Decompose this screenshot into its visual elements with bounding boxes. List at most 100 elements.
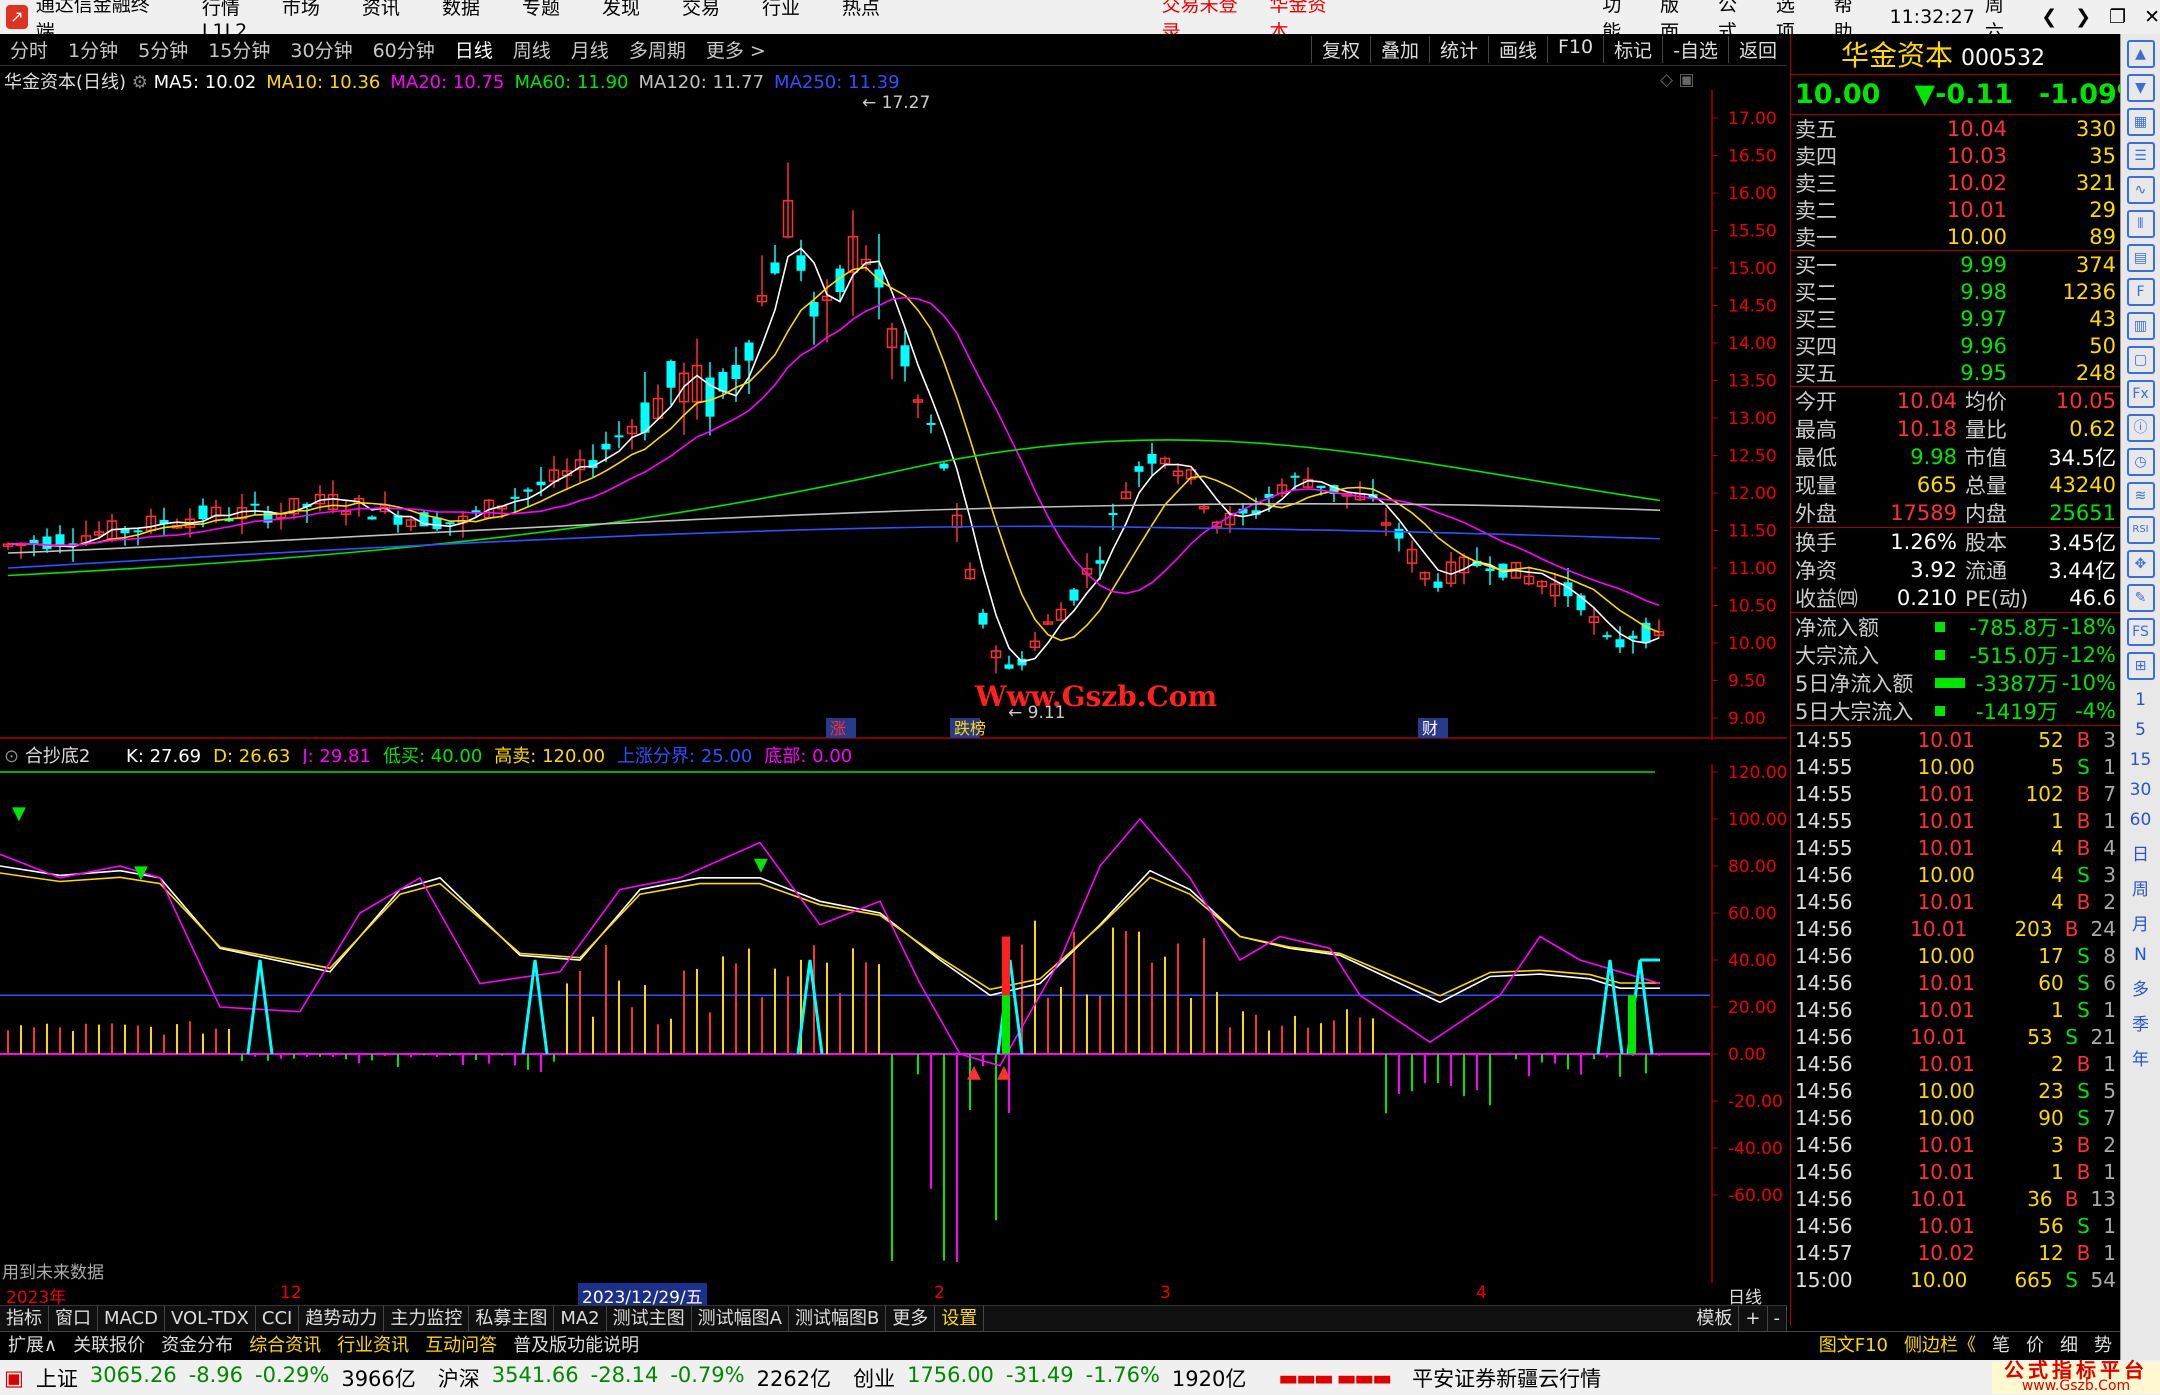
index-quote[interactable]: 上证 3065.26 -8.96 -0.29% 3966亿	[36, 1363, 428, 1393]
menu-item[interactable]: 发现	[602, 0, 640, 19]
template-button[interactable]: +	[1739, 1306, 1768, 1331]
period-shortcut[interactable]: 15	[2121, 750, 2160, 770]
ext-tab[interactable]: 普及版功能说明	[505, 1332, 647, 1360]
index-quote[interactable]: 沪深 3541.66 -28.14 -0.79% 2262亿	[438, 1363, 843, 1393]
list-icon[interactable]: ☰	[2126, 142, 2155, 170]
indicator-tab[interactable]: MA2	[554, 1306, 607, 1331]
restore-icon[interactable]: ❐	[2109, 6, 2126, 28]
info-icon[interactable]: ⓘ	[2126, 414, 2155, 442]
period-shortcut[interactable]: 多	[2121, 975, 2160, 1000]
chart-tool-button[interactable]: -自选	[1662, 36, 1728, 63]
indicator-tab[interactable]: 指标	[0, 1306, 49, 1331]
period-tab[interactable]: 日线	[445, 36, 503, 63]
period-shortcut[interactable]: 30	[2121, 780, 2160, 800]
menu-item[interactable]: 行情	[202, 0, 240, 19]
ext-tab[interactable]: 扩展∧	[0, 1332, 65, 1360]
period-shortcut[interactable]: 1	[2121, 690, 2160, 710]
menu-item[interactable]: 数据	[442, 0, 480, 19]
indicator-tab[interactable]: VOL-TDX	[165, 1306, 256, 1331]
period-tab[interactable]: 1分钟	[58, 36, 128, 63]
plus-icon[interactable]: ⊞	[2126, 652, 2155, 680]
chart-tool-button[interactable]: 标记	[1603, 36, 1662, 63]
order-book-row[interactable]: 买三 9.97 43	[1791, 305, 2120, 332]
chart-tool-button[interactable]: 画线	[1487, 36, 1547, 63]
period-tab[interactable]: 30分钟	[280, 36, 362, 63]
rsi-icon[interactable]: RSI	[2126, 516, 2155, 544]
ext-right-button[interactable]: 细	[2052, 1332, 2086, 1360]
order-book-row[interactable]: 卖四 10.03 35	[1791, 142, 2120, 169]
candle-icon[interactable]: ⫴	[2126, 210, 2155, 238]
period-tab[interactable]: 多周期	[619, 36, 696, 63]
chart-tool-button[interactable]: 统计	[1428, 36, 1488, 63]
ext-right-button[interactable]: 价	[2018, 1332, 2052, 1360]
menu-item[interactable]: 热点	[842, 0, 880, 19]
ext-tab[interactable]: 综合资讯	[241, 1332, 329, 1360]
menu-item[interactable]: 行业	[762, 0, 800, 19]
order-book-row[interactable]: 卖五 10.04 330	[1791, 115, 2120, 142]
move-icon[interactable]: ✥	[2126, 550, 2155, 578]
grid-icon[interactable]: ▦	[2126, 108, 2155, 136]
period-tab[interactable]: 15分钟	[198, 36, 280, 63]
order-book-row[interactable]: 卖三 10.02 321	[1791, 169, 2120, 196]
menu-item[interactable]: 资讯	[362, 0, 400, 19]
chart-tool-button[interactable]: 返回	[1727, 36, 1787, 63]
ext-right-button[interactable]: 笔	[1984, 1332, 2018, 1360]
pen-icon[interactable]: ✎	[2126, 584, 2155, 612]
wave-icon[interactable]: ≋	[2126, 482, 2155, 510]
indicator-tab[interactable]: 更多	[886, 1306, 936, 1331]
index-quote[interactable]: 创业 1756.00 -31.49 -1.76% 1920亿	[853, 1363, 1258, 1393]
order-book-row[interactable]: 卖二 10.01 29	[1791, 196, 2120, 223]
forward-arrow-icon[interactable]: ❯	[2075, 6, 2091, 28]
doc-icon[interactable]: ▢	[2126, 346, 2155, 374]
ext-tab[interactable]: 资金分布	[153, 1332, 241, 1360]
back-arrow-icon[interactable]: ❮	[2041, 6, 2057, 28]
period-shortcut[interactable]: 周	[2121, 875, 2160, 900]
chart-tool-button[interactable]: 复权	[1310, 36, 1370, 63]
chart-tool-button[interactable]: 叠加	[1369, 36, 1429, 63]
indicator-tab[interactable]: 设置	[935, 1306, 985, 1331]
menu-item[interactable]: 专题	[522, 0, 560, 19]
indicator-tab[interactable]: 主力监控	[384, 1306, 470, 1331]
order-book-row[interactable]: 买五 9.95 248	[1791, 359, 2120, 386]
menu-item[interactable]: 交易	[682, 0, 720, 19]
template-button[interactable]: 模板	[1690, 1306, 1740, 1331]
ext-tab[interactable]: 关联报价	[65, 1332, 153, 1360]
period-tab[interactable]: 5分钟	[128, 36, 198, 63]
period-shortcut[interactable]: 日	[2121, 840, 2160, 865]
down-icon[interactable]: ▼	[2126, 74, 2155, 102]
table-icon[interactable]: ▤	[2126, 244, 2155, 272]
indicator-tab[interactable]: 窗口	[49, 1306, 98, 1331]
menu-item[interactable]: 市场	[282, 0, 320, 19]
period-shortcut[interactable]: N	[2121, 945, 2160, 965]
order-book-row[interactable]: 卖一 10.00 89	[1791, 223, 2120, 250]
period-shortcut[interactable]: 季	[2121, 1010, 2160, 1035]
fs-icon[interactable]: FS	[2126, 618, 2155, 646]
period-tab[interactable]: 分时	[0, 36, 58, 63]
ext-right-button[interactable]: 图文F10	[1811, 1332, 1896, 1360]
period-tab[interactable]: 60分钟	[363, 36, 445, 63]
chart-line-icon[interactable]: ∿	[2126, 176, 2155, 204]
indicator-tab[interactable]: 测试幅图B	[789, 1306, 887, 1331]
tick-list[interactable]: 14:55 10.01 52 B 3 14:55 10.00 5 S 1 14:55 10.01 102…	[1791, 725, 2120, 1293]
f10-icon[interactable]: F	[2126, 278, 2155, 306]
ext-right-button[interactable]: 势	[2086, 1332, 2120, 1360]
indicator-tab[interactable]: 私募主图	[469, 1306, 555, 1331]
ext-right-button[interactable]: 侧边栏《	[1896, 1332, 1984, 1360]
period-shortcut[interactable]: 月	[2121, 910, 2160, 935]
up-icon[interactable]: ▲	[2126, 40, 2155, 68]
order-book-row[interactable]: 买二 9.98 1236	[1791, 278, 2120, 305]
chart-settings-icon[interactable]: ◇ ▣	[1660, 70, 1695, 90]
candlestick-chart[interactable]: 17.00 16.50 16.00 15.50 15.00 14.50 14.00 13.50…	[0, 90, 1787, 740]
chart-tool-button[interactable]: F10	[1547, 36, 1603, 63]
indicator-tab[interactable]: 测试主图	[607, 1306, 692, 1331]
order-book-row[interactable]: 买一 9.99 374	[1791, 251, 2120, 278]
indicator-tab[interactable]: 趋势动力	[299, 1306, 385, 1331]
close-icon[interactable]: ✕	[2144, 6, 2160, 28]
indicator-tab[interactable]: MACD	[98, 1306, 165, 1331]
period-shortcut[interactable]: 5	[2121, 720, 2160, 740]
clock-icon[interactable]: ◷	[2126, 448, 2155, 476]
period-tab[interactable]: 更多 >	[696, 36, 776, 63]
period-shortcut[interactable]: 年	[2121, 1045, 2160, 1070]
indicator-tab[interactable]: CCI	[256, 1306, 300, 1331]
book-icon[interactable]: ▥	[2126, 312, 2155, 340]
